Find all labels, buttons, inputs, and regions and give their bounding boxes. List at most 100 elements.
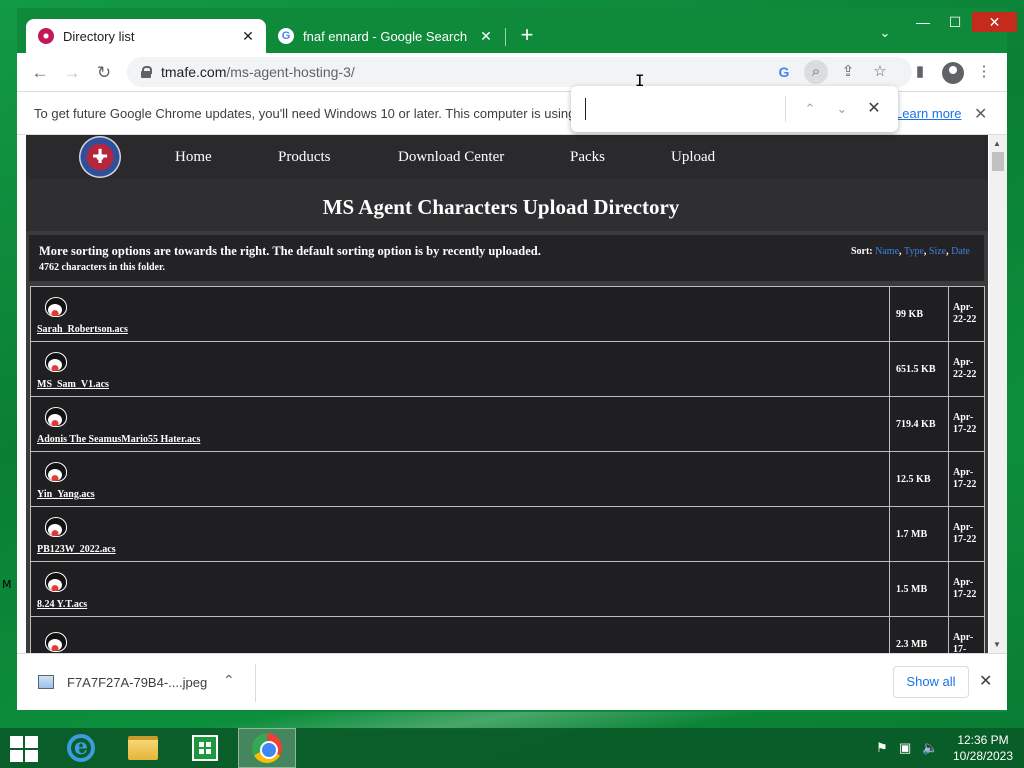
page-title: MS Agent Characters Upload Directory xyxy=(322,195,680,219)
sort-by-name-link[interactable]: Name xyxy=(875,246,899,257)
new-tab-button[interactable]: + xyxy=(515,24,539,48)
site-nav: Home Products Download Center Packs Uplo… xyxy=(26,135,988,179)
file-date: Apr-22-22 xyxy=(948,286,985,342)
file-date: Apr-17-22 xyxy=(948,561,985,617)
agent-character-icon xyxy=(43,631,67,653)
taskbar-chrome[interactable] xyxy=(238,728,296,768)
file-size: 1.5 MB xyxy=(889,561,949,617)
windows-logo-pane xyxy=(25,736,38,748)
sort-options: Sort: Name, Type, Size, Date xyxy=(850,246,970,257)
windows-logo-pane xyxy=(10,750,23,762)
windows-logo-pane xyxy=(10,736,23,748)
sort-by-type-link[interactable]: Type xyxy=(904,246,924,257)
infobar-close-icon[interactable]: ✕ xyxy=(974,104,987,124)
file-size: 651.5 KB xyxy=(889,341,949,397)
tab-title: fnaf ennard - Google Search xyxy=(303,28,468,44)
close-window-button[interactable]: ✕ xyxy=(972,12,1017,32)
agent-character-icon xyxy=(43,351,67,377)
file-date: Apr-22-22 xyxy=(948,341,985,397)
maximize-button[interactable]: ☐ xyxy=(940,12,970,32)
network-icon[interactable]: ▣ xyxy=(899,740,911,756)
reload-button[interactable]: ↻ xyxy=(92,61,116,85)
clock-time: 12:36 PM xyxy=(957,733,1009,747)
file-link[interactable]: Sarah_Robertson.acs xyxy=(37,324,889,335)
nav-home[interactable]: Home xyxy=(175,149,212,166)
file-size: 719.4 KB xyxy=(889,396,949,452)
agent-character-icon xyxy=(43,516,67,542)
file-cell: Yin_Yang.acs xyxy=(29,451,891,507)
file-link[interactable]: MS_Sam_V1.acs xyxy=(37,379,889,390)
chevron-up-icon[interactable]: ⌃ xyxy=(223,672,235,689)
find-next-icon[interactable]: ⌄ xyxy=(831,98,853,120)
google-translate-icon[interactable]: G xyxy=(772,60,796,84)
file-cell: MS_Sam_V1.acs xyxy=(29,341,891,397)
sort-by-date-link[interactable]: Date xyxy=(951,246,970,257)
lock-icon xyxy=(141,66,152,78)
find-bar: ⌃ ⌄ ✕ xyxy=(571,86,898,132)
character-count: 4762 characters in this folder. xyxy=(39,262,166,273)
profile-avatar[interactable] xyxy=(942,62,964,84)
scroll-up-arrow-icon[interactable]: ▲ xyxy=(993,139,1001,148)
shelf-close-icon[interactable]: ✕ xyxy=(979,671,992,691)
tab-search-chevron-icon[interactable]: ⌄ xyxy=(875,25,895,45)
site-logo[interactable] xyxy=(79,136,121,178)
clock[interactable]: 12:36 PM 10/28/2023 xyxy=(948,732,1018,764)
bookmark-star-icon[interactable]: ☆ xyxy=(868,60,892,84)
url-host: tmafe.com xyxy=(161,64,227,80)
forward-button[interactable]: → xyxy=(60,61,84,85)
find-in-page-icon[interactable]: ⌕ xyxy=(804,60,828,84)
tab-separator xyxy=(505,28,506,46)
nav-products[interactable]: Products xyxy=(278,149,331,166)
tab-directory-list[interactable]: Directory list ✕ xyxy=(26,19,266,53)
tab-google-search[interactable]: G fnaf ennard - Google Search ✕ xyxy=(268,19,504,53)
download-filename[interactable]: F7A7F27A-79B4-....jpeg xyxy=(67,675,207,690)
learn-more-link[interactable]: Learn more xyxy=(895,106,961,121)
table-row: 8.24 Y.T.acs 1.5 MB Apr-17-22 xyxy=(29,561,985,617)
agent-character-icon xyxy=(43,296,67,322)
file-cell: PB123W_2022.acs xyxy=(29,506,891,562)
file-table: Sarah_Robertson.acs 99 KB Apr-22-22 MS_S… xyxy=(29,286,985,653)
page-scrollbar[interactable]: ▲ ▼ xyxy=(989,135,1007,653)
show-all-button[interactable]: Show all xyxy=(893,666,969,698)
back-button[interactable]: ← xyxy=(28,61,52,85)
taskbar-file-explorer[interactable] xyxy=(114,728,172,768)
file-link[interactable]: PB123W_2022.acs xyxy=(37,544,889,555)
file-link[interactable]: Yin_Yang.acs xyxy=(37,489,889,500)
page-viewport: Home Products Download Center Packs Uplo… xyxy=(17,135,1007,653)
menu-kebab-icon[interactable]: ⋮ xyxy=(972,60,996,84)
scroll-down-arrow-icon[interactable]: ▼ xyxy=(993,640,1001,649)
tab-close-icon[interactable]: ✕ xyxy=(476,28,496,45)
scrollbar-thumb[interactable] xyxy=(992,152,1004,171)
internet-explorer-icon: e xyxy=(67,734,95,762)
find-divider xyxy=(785,96,786,122)
site-container: Home Products Download Center Packs Uplo… xyxy=(26,135,988,653)
file-link[interactable]: 8.24 Y.T.acs xyxy=(37,599,889,610)
sort-by-size-link[interactable]: Size xyxy=(929,246,946,257)
table-row: PB123W_2022.acs 1.7 MB Apr-17-22 xyxy=(29,506,985,562)
minimize-button[interactable]: — xyxy=(908,12,938,32)
chrome-icon xyxy=(252,733,282,763)
find-previous-icon[interactable]: ⌃ xyxy=(799,98,821,120)
taskbar-internet-explorer[interactable]: e xyxy=(52,728,110,768)
find-close-icon[interactable]: ✕ xyxy=(863,98,885,120)
shelf-divider xyxy=(255,664,256,702)
find-input[interactable] xyxy=(585,98,781,120)
nav-packs[interactable]: Packs xyxy=(570,149,605,166)
taskbar-store[interactable] xyxy=(176,728,234,768)
windows-logo-pane xyxy=(25,750,38,762)
start-button[interactable] xyxy=(10,736,38,762)
file-link[interactable]: Adonis The SeamusMario55 Hater.acs xyxy=(37,434,889,445)
tab-close-icon[interactable]: ✕ xyxy=(238,28,258,45)
sort-label: Sort: xyxy=(850,246,873,257)
tab-strip: Directory list ✕ G fnaf ennard - Google … xyxy=(17,8,1017,53)
table-row: MS_Sam_V1.acs 651.5 KB Apr-22-22 xyxy=(29,341,985,397)
volume-muted-icon[interactable]: 🔈 xyxy=(922,740,938,756)
taskbar: e ⚑ ▣ 🔈 12:36 PM 10/28/2023 xyxy=(0,728,1024,768)
side-panel-icon[interactable]: ▮ xyxy=(908,60,932,84)
file-date: Apr-17-22 xyxy=(948,396,985,452)
flag-icon[interactable]: ⚑ xyxy=(876,740,888,756)
nav-upload[interactable]: Upload xyxy=(671,149,715,166)
file-size: 99 KB xyxy=(889,286,949,342)
share-icon[interactable]: ⇪ xyxy=(836,60,860,84)
nav-download-center[interactable]: Download Center xyxy=(398,149,504,166)
